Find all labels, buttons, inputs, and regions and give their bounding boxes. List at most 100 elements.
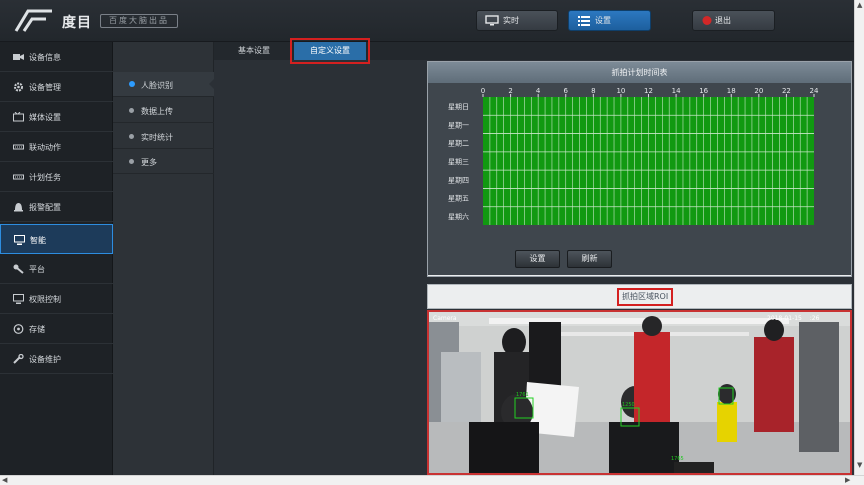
camera-video-feed[interactable]: 1761 1250 1765 Camera 2018-01-15 :26 (427, 310, 852, 475)
power-icon (702, 16, 712, 25)
hour-tick-label: 4 (536, 87, 541, 95)
logout-label: 退出 (715, 16, 731, 25)
wrench-icon (13, 264, 24, 274)
schedule-grid: 0 2 4 6 8 10 12 14 16 18 20 22 24 星期日星期一星期二星期三星期四星期五… (448, 87, 819, 225)
main-sidebar: 设备信息 设备管理 媒体设置 联动动作 计划任务 报警配置 智能 平台 权限控制… (0, 42, 113, 475)
hour-tick-label: 16 (699, 87, 708, 95)
hour-tick-label: 8 (591, 87, 595, 95)
top-header: 度目 百度大脑出品 实时 设置 退出 (0, 0, 854, 42)
calendar-icon (13, 174, 24, 180)
hour-tick-label: 0 (481, 87, 485, 95)
monitor-icon (13, 294, 24, 304)
tool-icon (13, 354, 24, 364)
submenu-item-realtime-stats[interactable]: 实时统计 (113, 124, 214, 149)
sidebar-item-storage[interactable]: 存储 (0, 314, 113, 344)
main-content: 基本设置 自定义设置 抓拍计划时间表 0 2 4 6 8 10 12 14 16 18 20 22 24… (214, 38, 854, 475)
hour-tick-label: 14 (672, 87, 681, 95)
schedule-set-button[interactable]: 设置 (515, 250, 560, 268)
sidebar-item-linkage-action[interactable]: 联动动作 (0, 132, 113, 162)
settings-button[interactable]: 设置 (568, 10, 651, 31)
sidebar-item-device-maintenance[interactable]: 设备维护 (0, 344, 113, 374)
sidebar-item-alarm-config[interactable]: 报警配置 (0, 192, 113, 222)
horizontal-scrollbar[interactable]: ◀ ▶ (0, 475, 864, 485)
camera-icon (13, 54, 24, 60)
vertical-scrollbar[interactable]: ▲ ▼ (854, 0, 864, 475)
hour-tick-label: 2 (508, 87, 512, 95)
monitor-icon (14, 235, 25, 245)
submenu-item-data-upload[interactable]: 数据上传 (113, 98, 214, 123)
sub-menu: 人脸识别 数据上传 实时统计 更多 (113, 42, 215, 475)
brand-name: 度目 (62, 15, 92, 31)
tab-highlight-box (290, 38, 370, 64)
film-icon (13, 112, 24, 122)
sidebar-item-intelligent[interactable]: 智能 (0, 224, 113, 254)
realtime-label: 实时 (503, 16, 519, 25)
hour-tick-label: 6 (564, 87, 569, 95)
day-label: 星期一 (448, 121, 469, 129)
sidebar-item-device-management[interactable]: 设备管理 (0, 72, 113, 102)
alarm-icon (14, 203, 23, 212)
day-axis: 星期日星期一星期二星期三星期四星期五星期六 (448, 103, 469, 221)
camera-timestamp-overlay: 2018-01-15 :26 (767, 315, 820, 322)
sidebar-item-label: 平台 (29, 265, 45, 274)
logout-button[interactable]: 退出 (692, 10, 775, 31)
bullet-icon (129, 134, 134, 139)
submenu-item-label: 人脸识别 (141, 81, 173, 90)
roi-header: 抓拍区域ROI (427, 284, 852, 309)
sidebar-item-label: 联动动作 (29, 143, 61, 152)
tab-basic-settings[interactable]: 基本设置 (224, 42, 284, 60)
submenu-item-face-recognition[interactable]: 人脸识别 (113, 72, 215, 97)
scroll-down-icon[interactable]: ▼ (857, 461, 862, 469)
sidebar-item-scheduled-tasks[interactable]: 计划任务 (0, 162, 113, 192)
sidebar-item-label: 设备维护 (29, 355, 61, 364)
list-icon (578, 16, 590, 26)
sidebar-item-access-control[interactable]: 权限控制 (0, 284, 113, 314)
schedule-refresh-button[interactable]: 刷新 (567, 250, 612, 268)
face-id-label: 1765 (671, 456, 684, 462)
sidebar-item-device-info[interactable]: 设备信息 (0, 42, 113, 72)
bullet-icon (129, 81, 135, 87)
sidebar-item-media-settings[interactable]: 媒体设置 (0, 102, 113, 132)
schedule-area: 0 2 4 6 8 10 12 14 16 18 20 22 24 星期日 星期一 星期二 星期三 星期四 星期五… (428, 83, 851, 275)
realtime-button[interactable]: 实时 (476, 10, 558, 31)
day-label: 星期三 (448, 158, 469, 166)
hour-axis: 0 2 4 6 8 10 12 14 16 18 20 22 24 (481, 87, 819, 97)
scroll-left-icon[interactable]: ◀ (2, 476, 7, 484)
face-id-label: 1250 (622, 402, 635, 408)
disk-icon (13, 324, 24, 334)
bullet-icon (129, 159, 134, 164)
day-label: 星期六 (448, 212, 469, 221)
logo-icon (14, 9, 52, 32)
day-label: 星期二 (448, 140, 469, 148)
link-icon (13, 144, 24, 150)
sidebar-item-platform[interactable]: 平台 (0, 254, 113, 284)
sidebar-item-label: 媒体设置 (29, 113, 61, 122)
camera-frame: 1761 1250 1765 Camera 2018-01-15 :26 (429, 312, 850, 473)
submenu-item-more[interactable]: 更多 (113, 149, 214, 174)
submenu-item-label: 实时统计 (141, 133, 173, 142)
sidebar-item-label: 设备信息 (29, 53, 61, 62)
schedule-panel: 抓拍计划时间表 0 2 4 6 8 10 12 14 16 18 20 22 24 星期日 星期一 星期二星… (427, 61, 852, 277)
brand-subtitle: 百度大脑出品 (100, 14, 178, 28)
hour-tick-label: 22 (782, 87, 791, 95)
hour-tick-label: 12 (644, 87, 653, 95)
sidebar-item-label: 报警配置 (29, 203, 61, 212)
camera-name-overlay: Camera (433, 315, 457, 322)
scroll-up-icon[interactable]: ▲ (857, 1, 862, 9)
face-id-label: 1761 (516, 392, 529, 398)
scroll-right-icon[interactable]: ▶ (845, 476, 850, 484)
settings-label: 设置 (595, 16, 611, 25)
hour-tick-label: 20 (754, 87, 763, 95)
day-label: 星期日 (448, 103, 469, 111)
sidebar-item-label: 存储 (29, 325, 45, 334)
schedule-title: 抓拍计划时间表 (428, 62, 851, 83)
gear-icon (14, 82, 23, 92)
tab-bar: 基本设置 自定义设置 (214, 38, 854, 64)
sidebar-item-label: 设备管理 (29, 83, 61, 92)
submenu-item-label: 更多 (141, 158, 157, 167)
monitor-icon (485, 15, 499, 26)
roi-title: 抓拍区域ROI (617, 288, 674, 306)
hour-tick-label: 10 (616, 87, 625, 95)
day-label: 星期五 (448, 195, 469, 203)
sidebar-item-label: 计划任务 (29, 173, 61, 182)
